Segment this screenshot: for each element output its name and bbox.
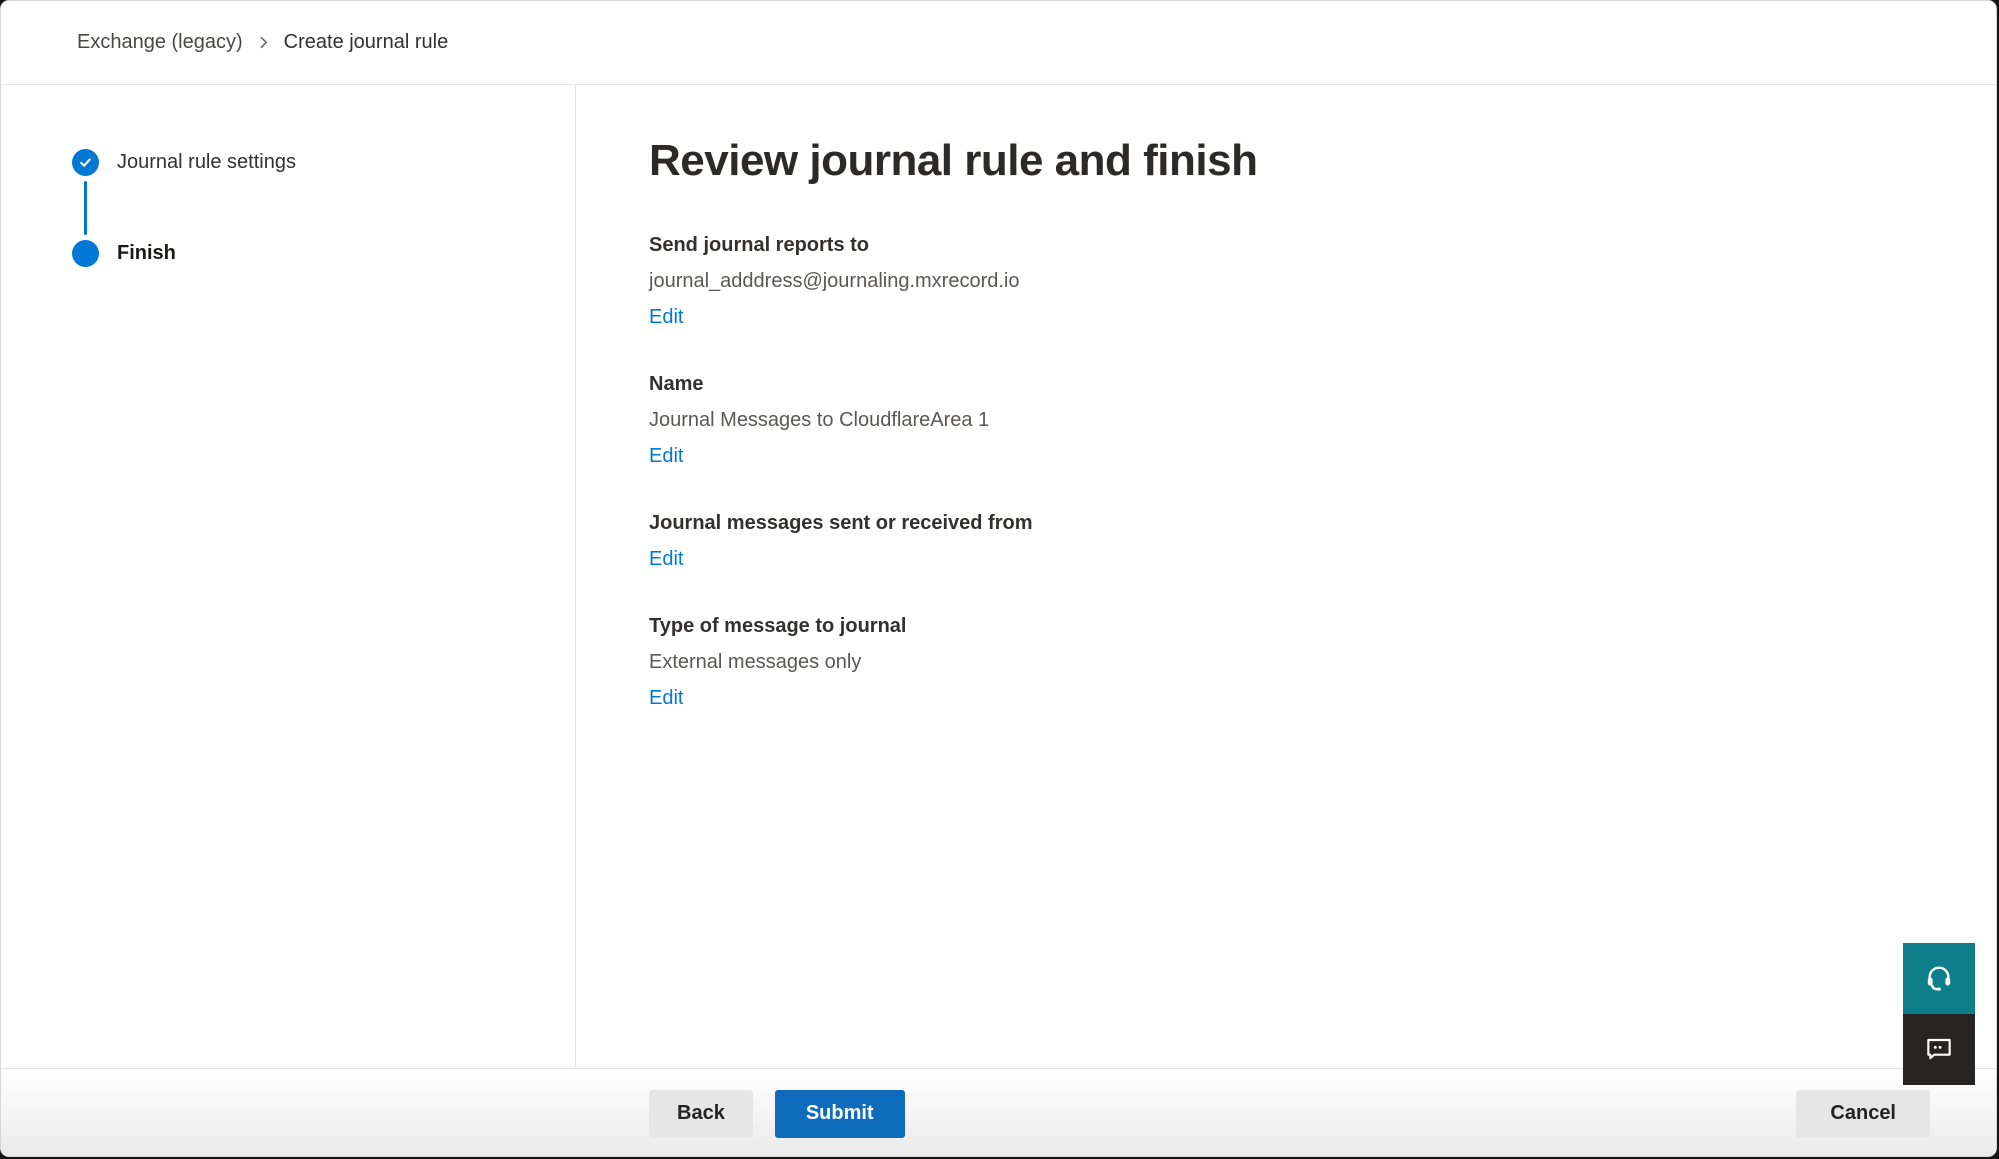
section-label: Journal messages sent or received from [649,510,1936,537]
wizard-steps-sidebar: Journal rule settings Finish [1,85,576,1068]
headset-icon [1923,961,1955,996]
section-value: External messages only [649,649,1936,676]
edit-scope-link[interactable]: Edit [649,546,683,573]
edit-name-link[interactable]: Edit [649,443,683,470]
wizard-step-journal-rule-settings[interactable]: Journal rule settings [72,149,575,176]
check-icon [72,149,99,176]
footer-action-bar: Back Submit Cancel [1,1068,1996,1157]
section-label: Name [649,371,1936,398]
filled-dot-icon [72,240,99,267]
back-button[interactable]: Back [649,1090,753,1138]
page-title: Review journal rule and finish [649,135,1936,188]
breadcrumb-create-journal-rule: Create journal rule [284,31,449,54]
main-row: Journal rule settings Finish Review jour… [1,85,1996,1068]
chevron-right-icon [257,36,270,49]
section-value: journal_adddress@journaling.mxrecord.io [649,268,1936,295]
review-content: Review journal rule and finish Send jour… [576,85,1996,1068]
section-label: Send journal reports to [649,232,1936,259]
step-label-finish: Finish [117,242,176,265]
section-name: Name Journal Messages to CloudflareArea … [649,371,1936,470]
section-journal-messages-sent-or-received: Journal messages sent or received from E… [649,510,1936,573]
step-connector-line [84,181,87,235]
section-value: Journal Messages to CloudflareArea 1 [649,407,1936,434]
cancel-button[interactable]: Cancel [1796,1090,1930,1138]
breadcrumb-exchange-legacy[interactable]: Exchange (legacy) [77,31,243,54]
section-type-of-message: Type of message to journal External mess… [649,613,1936,712]
edit-message-type-link[interactable]: Edit [649,685,683,712]
header-bar: Exchange (legacy) Create journal rule [1,1,1996,85]
feedback-button[interactable] [1903,1014,1975,1085]
submit-button[interactable]: Submit [775,1090,905,1138]
wizard-step-finish: Finish [72,240,575,267]
step-label-journal-rule-settings: Journal rule settings [117,151,296,174]
create-journal-rule-wizard-window: Exchange (legacy) Create journal rule Jo… [0,0,1997,1157]
edit-send-journal-reports-link[interactable]: Edit [649,304,683,331]
help-button[interactable] [1903,943,1975,1014]
feedback-icon [1923,1032,1955,1067]
breadcrumb: Exchange (legacy) Create journal rule [77,31,448,54]
section-send-journal-reports-to: Send journal reports to journal_adddress… [649,232,1936,331]
section-label: Type of message to journal [649,613,1936,640]
